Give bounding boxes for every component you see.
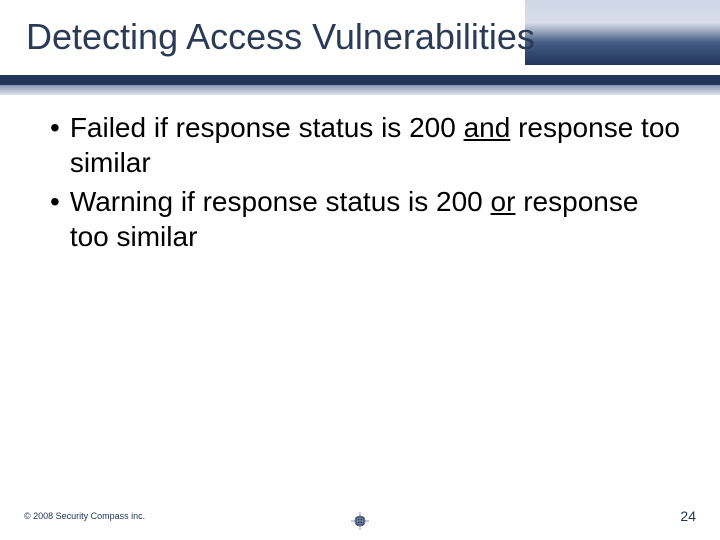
title-area: Detecting Access Vulnerabilities xyxy=(0,8,720,58)
bullet-text: Warning if response status is 200 or res… xyxy=(70,184,680,254)
bullet-marker: • xyxy=(50,110,60,180)
bullet-item: • Warning if response status is 200 or r… xyxy=(50,184,680,254)
bullet-text-pre: Warning if response status is 200 xyxy=(70,186,491,217)
header-mid-bar xyxy=(0,75,720,95)
header-white-gap xyxy=(0,65,720,75)
footer: © 2008 Security Compass inc. 24 xyxy=(24,506,696,526)
bullet-text-underlined: and xyxy=(464,112,511,143)
page-number: 24 xyxy=(680,508,696,524)
content-area: • Failed if response status is 200 and r… xyxy=(50,110,680,258)
slide: Detecting Access Vulnerabilities • Faile… xyxy=(0,0,720,540)
slide-title: Detecting Access Vulnerabilities xyxy=(26,16,694,58)
copyright-text: © 2008 Security Compass inc. xyxy=(24,511,145,521)
bullet-item: • Failed if response status is 200 and r… xyxy=(50,110,680,180)
bullet-text: Failed if response status is 200 and res… xyxy=(70,110,680,180)
bullet-marker: • xyxy=(50,184,60,254)
bullet-text-pre: Failed if response status is 200 xyxy=(70,112,464,143)
bullet-text-underlined: or xyxy=(491,186,516,217)
